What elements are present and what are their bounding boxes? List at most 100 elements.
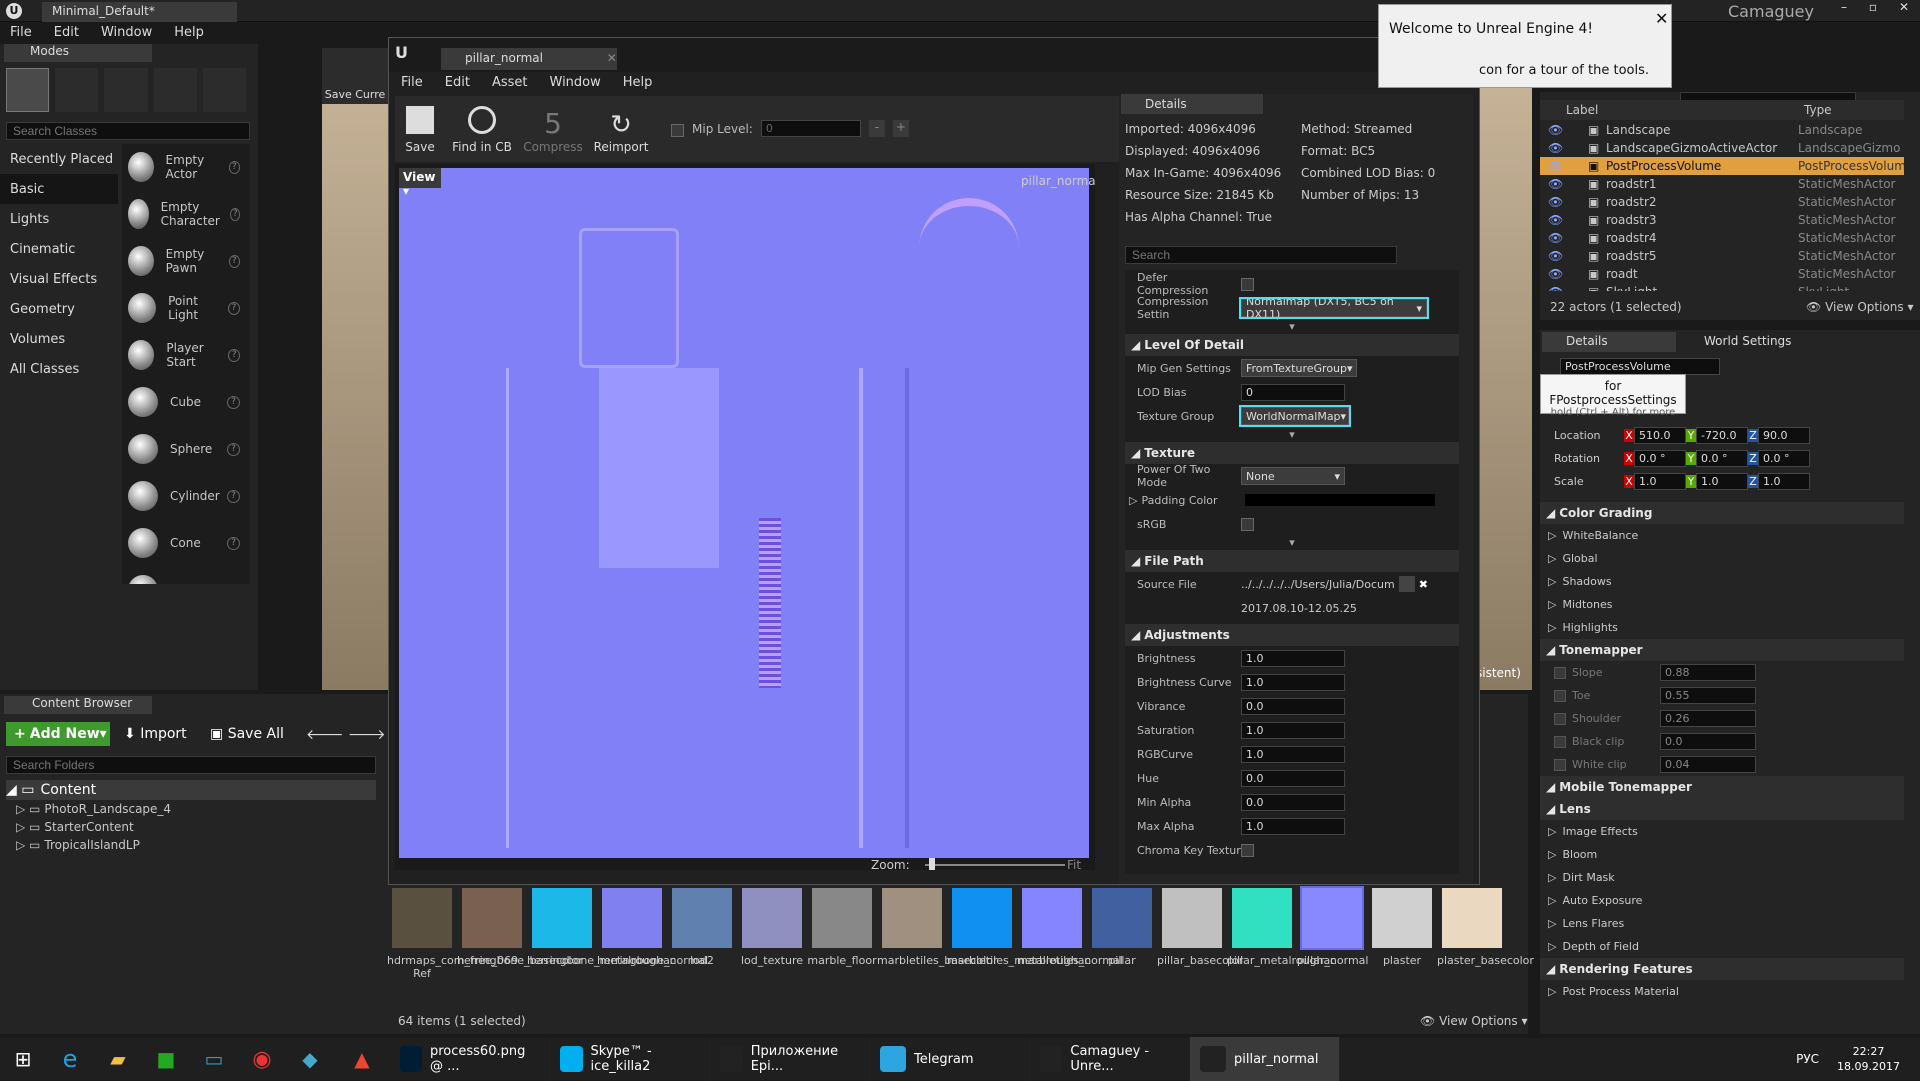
outliner-row[interactable]: 👁 ▣ roadstr1 StaticMeshActor bbox=[1540, 175, 1904, 193]
asset-thumbnail[interactable] bbox=[952, 888, 1012, 948]
folder-item[interactable]: ▷ ▭ StarterContent bbox=[6, 818, 376, 836]
cb-view-options[interactable]: 👁 View Options ▾ bbox=[1420, 1014, 1528, 1028]
help-icon[interactable]: ? bbox=[228, 254, 240, 268]
eye-icon[interactable]: 👁 bbox=[1548, 249, 1563, 263]
asset-thumbnail[interactable] bbox=[532, 888, 592, 948]
modes-tab[interactable]: Modes bbox=[4, 44, 152, 62]
taskbar-app[interactable]: process60.png @ ... bbox=[390, 1037, 550, 1081]
view-dropdown[interactable]: View ▾ bbox=[399, 168, 441, 198]
lens-item[interactable]: ▷ Dirt Mask bbox=[1540, 866, 1904, 889]
scale-x[interactable]: 1.0 bbox=[1634, 473, 1686, 490]
search-folders-input[interactable] bbox=[6, 756, 376, 774]
taskbar-app[interactable]: Приложение Epi... bbox=[710, 1037, 870, 1081]
tonemapper-checkbox[interactable] bbox=[1554, 712, 1566, 725]
eye-icon[interactable]: 👁 bbox=[1548, 195, 1563, 209]
tonemapper-checkbox[interactable] bbox=[1554, 689, 1566, 702]
windows-start-icon[interactable]: ⊞ bbox=[0, 1038, 46, 1080]
app-icon[interactable]: ◆ bbox=[286, 1047, 334, 1071]
texture-viewport[interactable]: View ▾ pillar_norma Zoom: Fit bbox=[395, 164, 1096, 872]
lodbias-field[interactable]: 0 bbox=[1241, 383, 1345, 401]
find-in-cb-button[interactable]: Find in CB bbox=[449, 96, 515, 158]
outliner-row[interactable]: 👁 ▣ Landscape Landscape bbox=[1540, 121, 1904, 139]
tonemapper-checkbox[interactable] bbox=[1554, 758, 1566, 771]
details-tab[interactable]: Details bbox=[1121, 94, 1263, 114]
section-file-path[interactable]: ◢ File Path bbox=[1125, 550, 1459, 572]
texture-group-dropdown[interactable]: WorldNormalMap ▾ bbox=[1239, 405, 1351, 427]
asset-thumbnail[interactable] bbox=[392, 888, 452, 948]
folder-item[interactable]: ▷ ▭ PhotoR_Landscape_4 bbox=[6, 800, 376, 818]
remote-desktop-icon[interactable]: ▭ bbox=[190, 1047, 238, 1071]
save-all-button[interactable]: ▣ Save All bbox=[210, 726, 284, 742]
section-level-of-detail[interactable]: ◢ Level Of Detail bbox=[1125, 334, 1459, 356]
folder-item[interactable]: ▷ ▭ TropicalIslandLP bbox=[6, 836, 376, 854]
tonemapper-field[interactable]: 0.04 bbox=[1660, 756, 1756, 773]
help-icon[interactable]: ? bbox=[228, 160, 240, 174]
ie-icon[interactable]: e bbox=[46, 1045, 94, 1073]
rotation-z[interactable]: 0.0 ° bbox=[1758, 450, 1810, 467]
menu-asset[interactable]: Asset bbox=[492, 75, 528, 90]
menu-file[interactable]: File bbox=[401, 75, 423, 90]
section-color-grading[interactable]: ◢ Color Grading bbox=[1540, 502, 1904, 524]
clock[interactable]: 22:27 18.09.2017 bbox=[1837, 1044, 1900, 1074]
scale-y[interactable]: 1.0 bbox=[1696, 473, 1748, 490]
asset-thumbnail[interactable] bbox=[1372, 888, 1432, 948]
rotation-y[interactable]: 0.0 ° bbox=[1696, 450, 1748, 467]
outliner-row[interactable]: 👁 ▣ roadstr2 StaticMeshActor bbox=[1540, 193, 1904, 211]
category-cinematic[interactable]: Cinematic bbox=[0, 234, 118, 264]
tonemapper-field[interactable]: 0.55 bbox=[1660, 687, 1756, 704]
modes-item[interactable]: Cube? bbox=[122, 379, 250, 426]
zoom-slider-handle[interactable] bbox=[929, 858, 935, 870]
help-icon[interactable]: ? bbox=[227, 442, 240, 456]
asset-thumbnail[interactable] bbox=[1022, 888, 1082, 948]
tonemapper-field[interactable]: 0.26 bbox=[1660, 710, 1756, 727]
post-process-material-item[interactable]: ▷ Post Process Material bbox=[1540, 980, 1904, 1003]
save-current-button[interactable]: Save Curre bbox=[322, 48, 388, 104]
adjustment-field[interactable]: 1.0 bbox=[1241, 721, 1345, 739]
section-mobile-tonemapper[interactable]: ◢ Mobile Tonemapper bbox=[1540, 776, 1904, 798]
outliner-row[interactable]: 👁 ▣ PostProcessVolume PostProcessVolum bbox=[1540, 157, 1904, 175]
section-lens[interactable]: ◢ Lens bbox=[1540, 798, 1904, 820]
adjustment-field[interactable]: 1.0 bbox=[1241, 649, 1345, 667]
asset-thumbnail[interactable] bbox=[602, 888, 662, 948]
place-mode-icon[interactable] bbox=[6, 68, 50, 112]
category-basic[interactable]: Basic bbox=[0, 174, 118, 204]
tonemapper-checkbox[interactable] bbox=[1554, 666, 1566, 679]
geometry-mode-icon[interactable] bbox=[202, 68, 246, 112]
eye-icon[interactable]: 👁 bbox=[1548, 213, 1563, 227]
asset-thumbnail[interactable] bbox=[1442, 888, 1502, 948]
lens-item[interactable]: ▷ Image Effects bbox=[1540, 820, 1904, 843]
help-icon[interactable]: ? bbox=[227, 395, 240, 409]
back-arrow-icon[interactable]: 🡐 🡒 bbox=[306, 726, 386, 743]
asset-thumbnail[interactable] bbox=[742, 888, 802, 948]
asset-thumbnail[interactable] bbox=[882, 888, 942, 948]
close-icon[interactable]: ✕ bbox=[1899, 0, 1909, 18]
padding-color-swatch[interactable] bbox=[1245, 494, 1436, 506]
editor-tab[interactable]: pillar_normal ✕ bbox=[441, 48, 617, 70]
world-settings-tab[interactable]: World Settings bbox=[1680, 332, 1822, 352]
pow2-dropdown[interactable]: None ▾ bbox=[1241, 467, 1345, 485]
color-grading-item[interactable]: ▷ Global bbox=[1540, 547, 1904, 570]
outliner-row[interactable]: 👁 ▣ SkyLight SkyLight bbox=[1540, 283, 1904, 291]
eye-icon[interactable]: 👁 bbox=[1548, 141, 1563, 155]
modes-item[interactable]: Cone? bbox=[122, 520, 250, 567]
import-button[interactable]: ⬇ Import bbox=[124, 726, 187, 742]
mipgen-dropdown[interactable]: FromTextureGroup ▾ bbox=[1241, 359, 1357, 377]
compress-button[interactable]: 5 Compress bbox=[523, 96, 583, 158]
adjustment-field[interactable]: 1.0 bbox=[1241, 673, 1345, 691]
adjustment-field[interactable]: 1.0 bbox=[1241, 745, 1345, 763]
unreal-logo-icon[interactable]: U bbox=[6, 3, 22, 19]
taskbar-app[interactable]: Telegram bbox=[870, 1037, 1030, 1081]
category-visual-effects[interactable]: Visual Effects bbox=[0, 264, 118, 294]
section-tonemapper[interactable]: ◢ Tonemapper bbox=[1540, 639, 1904, 661]
asset-thumbnail[interactable] bbox=[1232, 888, 1292, 948]
pp-details-tab[interactable]: Details bbox=[1542, 332, 1676, 352]
category-all-classes[interactable]: All Classes bbox=[0, 354, 118, 384]
asset-thumbnail[interactable] bbox=[1162, 888, 1222, 948]
menu-edit[interactable]: Edit bbox=[54, 25, 79, 40]
adjustment-field[interactable]: 0.0 bbox=[1241, 697, 1345, 715]
maximize-icon[interactable]: ▫ bbox=[1869, 0, 1877, 18]
rotation-x[interactable]: 0.0 ° bbox=[1634, 450, 1686, 467]
category-recently-placed[interactable]: Recently Placed bbox=[0, 144, 118, 174]
defer-compression-checkbox[interactable] bbox=[1241, 277, 1254, 291]
taskbar-app[interactable]: Skype™ - ice_killa2 bbox=[550, 1037, 710, 1081]
